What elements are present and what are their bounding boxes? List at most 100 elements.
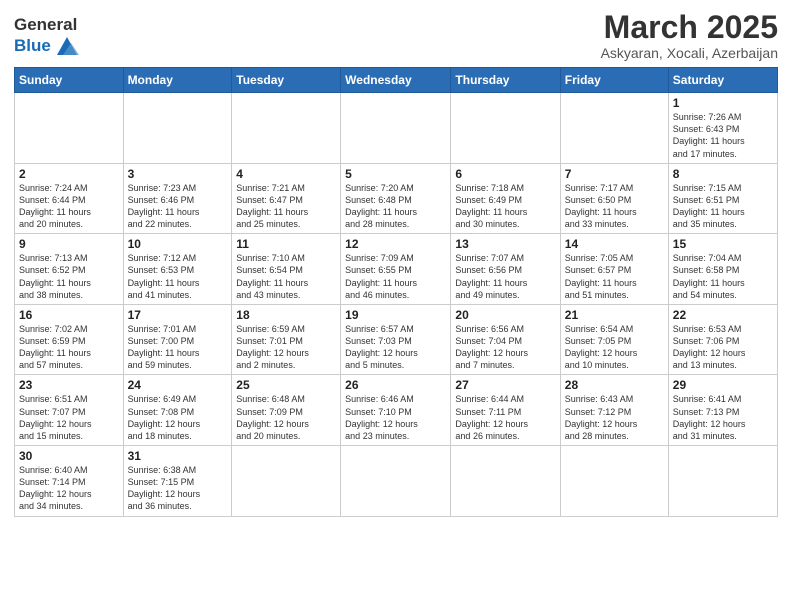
day-info: Sunrise: 7:17 AM Sunset: 6:50 PM Dayligh…	[565, 182, 664, 231]
logo: General Blue	[14, 16, 81, 57]
day-number: 8	[673, 167, 773, 181]
day-number: 23	[19, 378, 119, 392]
month-title: March 2025	[601, 10, 778, 45]
header: General Blue March 2025 Askyaran, Xocali…	[14, 10, 778, 61]
day-info: Sunrise: 7:02 AM Sunset: 6:59 PM Dayligh…	[19, 323, 119, 372]
col-monday: Monday	[123, 68, 232, 93]
day-number: 24	[128, 378, 228, 392]
col-thursday: Thursday	[451, 68, 560, 93]
day-number: 9	[19, 237, 119, 251]
logo-blue-text: Blue	[14, 36, 51, 56]
table-row: 24Sunrise: 6:49 AM Sunset: 7:08 PM Dayli…	[123, 375, 232, 446]
day-info: Sunrise: 6:46 AM Sunset: 7:10 PM Dayligh…	[345, 393, 446, 442]
day-info: Sunrise: 7:26 AM Sunset: 6:43 PM Dayligh…	[673, 111, 773, 160]
day-info: Sunrise: 6:57 AM Sunset: 7:03 PM Dayligh…	[345, 323, 446, 372]
day-number: 30	[19, 449, 119, 463]
table-row	[560, 446, 668, 517]
table-row: 20Sunrise: 6:56 AM Sunset: 7:04 PM Dayli…	[451, 304, 560, 375]
day-info: Sunrise: 7:15 AM Sunset: 6:51 PM Dayligh…	[673, 182, 773, 231]
table-row: 29Sunrise: 6:41 AM Sunset: 7:13 PM Dayli…	[668, 375, 777, 446]
logo-icon	[53, 35, 81, 57]
day-number: 13	[455, 237, 555, 251]
table-row	[668, 446, 777, 517]
day-info: Sunrise: 7:20 AM Sunset: 6:48 PM Dayligh…	[345, 182, 446, 231]
day-number: 17	[128, 308, 228, 322]
day-number: 18	[236, 308, 336, 322]
day-info: Sunrise: 7:04 AM Sunset: 6:58 PM Dayligh…	[673, 252, 773, 301]
table-row: 8Sunrise: 7:15 AM Sunset: 6:51 PM Daylig…	[668, 163, 777, 234]
table-row: 3Sunrise: 7:23 AM Sunset: 6:46 PM Daylig…	[123, 163, 232, 234]
calendar-week-row: 30Sunrise: 6:40 AM Sunset: 7:14 PM Dayli…	[15, 446, 778, 517]
day-info: Sunrise: 6:53 AM Sunset: 7:06 PM Dayligh…	[673, 323, 773, 372]
day-number: 29	[673, 378, 773, 392]
table-row	[341, 93, 451, 164]
page: General Blue March 2025 Askyaran, Xocali…	[0, 0, 792, 612]
table-row: 16Sunrise: 7:02 AM Sunset: 6:59 PM Dayli…	[15, 304, 124, 375]
day-info: Sunrise: 7:05 AM Sunset: 6:57 PM Dayligh…	[565, 252, 664, 301]
day-info: Sunrise: 7:10 AM Sunset: 6:54 PM Dayligh…	[236, 252, 336, 301]
day-info: Sunrise: 7:18 AM Sunset: 6:49 PM Dayligh…	[455, 182, 555, 231]
day-info: Sunrise: 6:43 AM Sunset: 7:12 PM Dayligh…	[565, 393, 664, 442]
day-number: 12	[345, 237, 446, 251]
calendar-week-row: 23Sunrise: 6:51 AM Sunset: 7:07 PM Dayli…	[15, 375, 778, 446]
table-row	[451, 93, 560, 164]
table-row: 17Sunrise: 7:01 AM Sunset: 7:00 PM Dayli…	[123, 304, 232, 375]
day-number: 11	[236, 237, 336, 251]
table-row: 11Sunrise: 7:10 AM Sunset: 6:54 PM Dayli…	[232, 234, 341, 305]
day-number: 2	[19, 167, 119, 181]
day-info: Sunrise: 7:07 AM Sunset: 6:56 PM Dayligh…	[455, 252, 555, 301]
table-row	[451, 446, 560, 517]
table-row: 14Sunrise: 7:05 AM Sunset: 6:57 PM Dayli…	[560, 234, 668, 305]
day-number: 15	[673, 237, 773, 251]
col-tuesday: Tuesday	[232, 68, 341, 93]
table-row	[232, 446, 341, 517]
table-row	[232, 93, 341, 164]
day-info: Sunrise: 7:01 AM Sunset: 7:00 PM Dayligh…	[128, 323, 228, 372]
table-row: 27Sunrise: 6:44 AM Sunset: 7:11 PM Dayli…	[451, 375, 560, 446]
day-info: Sunrise: 6:38 AM Sunset: 7:15 PM Dayligh…	[128, 464, 228, 513]
title-block: March 2025 Askyaran, Xocali, Azerbaijan	[601, 10, 778, 61]
day-number: 3	[128, 167, 228, 181]
day-info: Sunrise: 7:09 AM Sunset: 6:55 PM Dayligh…	[345, 252, 446, 301]
day-number: 16	[19, 308, 119, 322]
table-row: 28Sunrise: 6:43 AM Sunset: 7:12 PM Dayli…	[560, 375, 668, 446]
table-row: 6Sunrise: 7:18 AM Sunset: 6:49 PM Daylig…	[451, 163, 560, 234]
table-row: 1Sunrise: 7:26 AM Sunset: 6:43 PM Daylig…	[668, 93, 777, 164]
col-wednesday: Wednesday	[341, 68, 451, 93]
table-row: 30Sunrise: 6:40 AM Sunset: 7:14 PM Dayli…	[15, 446, 124, 517]
table-row	[123, 93, 232, 164]
day-number: 6	[455, 167, 555, 181]
day-info: Sunrise: 6:44 AM Sunset: 7:11 PM Dayligh…	[455, 393, 555, 442]
table-row: 5Sunrise: 7:20 AM Sunset: 6:48 PM Daylig…	[341, 163, 451, 234]
day-number: 28	[565, 378, 664, 392]
table-row: 13Sunrise: 7:07 AM Sunset: 6:56 PM Dayli…	[451, 234, 560, 305]
day-number: 5	[345, 167, 446, 181]
day-number: 10	[128, 237, 228, 251]
table-row	[341, 446, 451, 517]
calendar-week-row: 16Sunrise: 7:02 AM Sunset: 6:59 PM Dayli…	[15, 304, 778, 375]
logo-text: General Blue	[14, 16, 81, 57]
table-row: 15Sunrise: 7:04 AM Sunset: 6:58 PM Dayli…	[668, 234, 777, 305]
table-row: 4Sunrise: 7:21 AM Sunset: 6:47 PM Daylig…	[232, 163, 341, 234]
logo-general: General	[14, 15, 77, 34]
day-info: Sunrise: 7:24 AM Sunset: 6:44 PM Dayligh…	[19, 182, 119, 231]
col-sunday: Sunday	[15, 68, 124, 93]
table-row	[560, 93, 668, 164]
calendar-header-row: Sunday Monday Tuesday Wednesday Thursday…	[15, 68, 778, 93]
day-number: 31	[128, 449, 228, 463]
day-number: 7	[565, 167, 664, 181]
calendar-week-row: 1Sunrise: 7:26 AM Sunset: 6:43 PM Daylig…	[15, 93, 778, 164]
table-row: 25Sunrise: 6:48 AM Sunset: 7:09 PM Dayli…	[232, 375, 341, 446]
table-row: 31Sunrise: 6:38 AM Sunset: 7:15 PM Dayli…	[123, 446, 232, 517]
table-row	[15, 93, 124, 164]
day-info: Sunrise: 7:23 AM Sunset: 6:46 PM Dayligh…	[128, 182, 228, 231]
table-row: 22Sunrise: 6:53 AM Sunset: 7:06 PM Dayli…	[668, 304, 777, 375]
day-number: 27	[455, 378, 555, 392]
day-info: Sunrise: 7:21 AM Sunset: 6:47 PM Dayligh…	[236, 182, 336, 231]
col-saturday: Saturday	[668, 68, 777, 93]
table-row: 18Sunrise: 6:59 AM Sunset: 7:01 PM Dayli…	[232, 304, 341, 375]
table-row: 2Sunrise: 7:24 AM Sunset: 6:44 PM Daylig…	[15, 163, 124, 234]
day-number: 1	[673, 96, 773, 110]
day-info: Sunrise: 6:59 AM Sunset: 7:01 PM Dayligh…	[236, 323, 336, 372]
day-info: Sunrise: 6:48 AM Sunset: 7:09 PM Dayligh…	[236, 393, 336, 442]
